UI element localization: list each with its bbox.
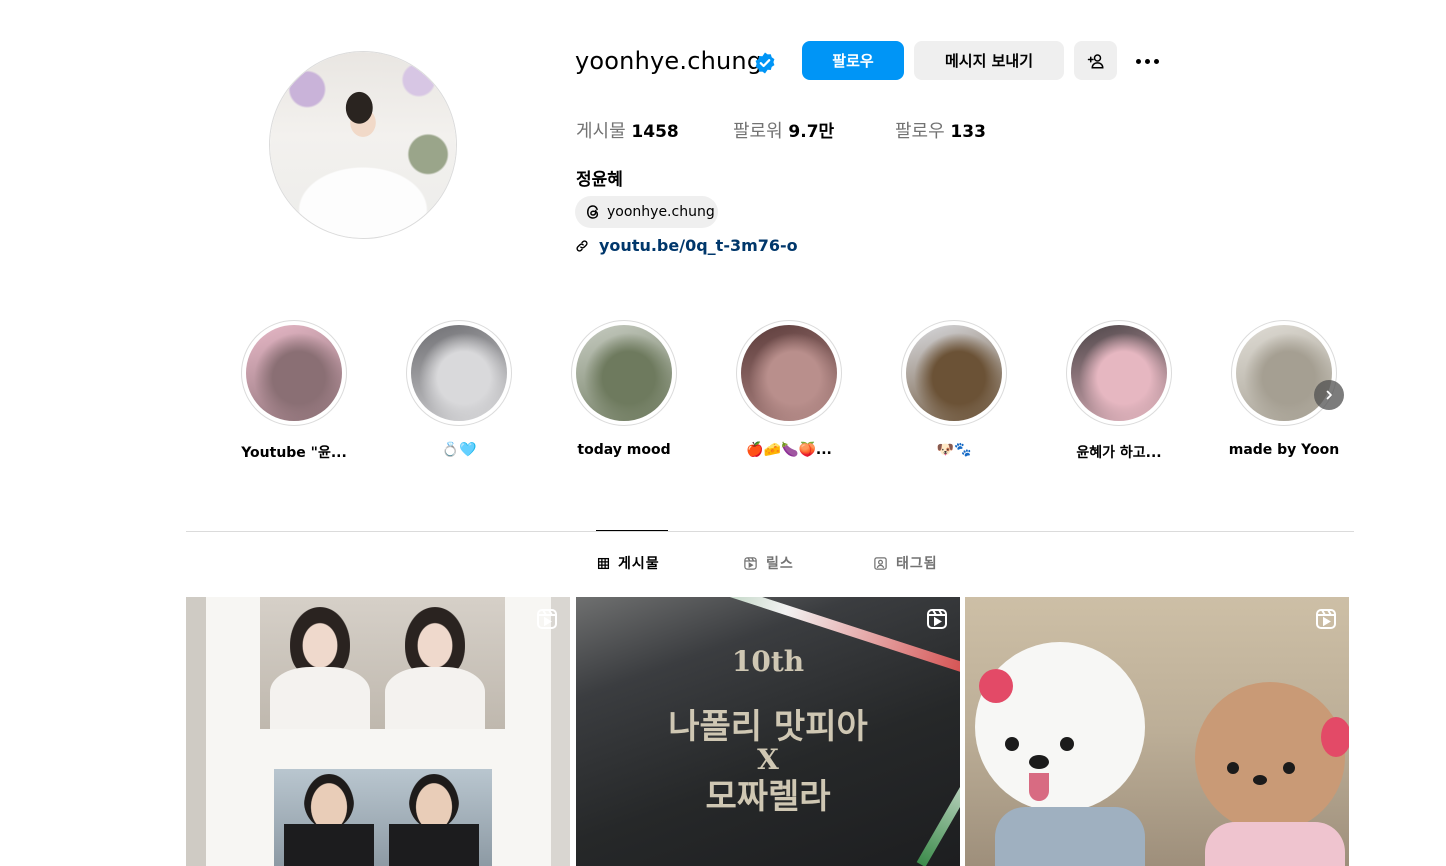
verified-badge-icon [755, 52, 775, 74]
highlight-cover [576, 325, 672, 421]
tagged-icon [874, 556, 887, 570]
highlight-ring [406, 320, 512, 426]
profile-photo [270, 52, 456, 238]
chevron-right-icon [1326, 390, 1332, 400]
person-add-icon [1087, 53, 1104, 68]
active-tab-indicator [596, 530, 668, 531]
highlight-ring [571, 320, 677, 426]
more-dot [1153, 58, 1159, 64]
bio-link[interactable]: youtu.be/0q_t-3m76-o [575, 236, 798, 255]
more-options-button[interactable] [1130, 50, 1164, 72]
highlight-label: made by Yoon [1228, 442, 1340, 458]
tab-reels-label: 릴스 [766, 556, 794, 572]
tab-tagged[interactable]: 태그됨 [873, 553, 938, 573]
post-photo-groom [274, 769, 492, 866]
highlight-item[interactable]: 윤혜가 하고... [1044, 320, 1194, 462]
posts-label: 게시물 [576, 121, 626, 142]
suggest-user-button[interactable] [1074, 41, 1117, 80]
profile-username: yoonhye.chung [575, 47, 763, 75]
highlight-cover [411, 325, 507, 421]
profile-full-name: 정윤혜 [576, 170, 623, 190]
grid-icon [597, 557, 610, 569]
highlight-cover [246, 325, 342, 421]
highlight-item[interactable]: Youtube "윤... [219, 320, 369, 462]
tab-reels[interactable]: 릴스 [743, 553, 794, 573]
tab-posts-label: 게시물 [618, 556, 660, 572]
threads-icon [586, 205, 599, 219]
highlight-ring [241, 320, 347, 426]
posts-value: 1458 [631, 122, 679, 142]
reel-indicator-icon [1316, 609, 1336, 629]
post-photo-bride [260, 597, 505, 729]
highlight-label: 윤혜가 하고... [1076, 445, 1162, 461]
highlight-label: today mood [577, 442, 671, 458]
highlight-item[interactable]: today mood [549, 320, 699, 458]
followers-label: 팔로워 [733, 121, 783, 142]
message-button[interactable]: 메시지 보내기 [914, 41, 1064, 80]
highlight-label: 🍎🧀🍆🍑... [746, 442, 832, 458]
more-dot [1144, 58, 1150, 64]
following-label: 팔로우 [895, 121, 945, 142]
following-value: 133 [950, 122, 986, 142]
highlight-label: 💍🩵 [441, 442, 477, 458]
post-tile[interactable] [965, 597, 1349, 866]
following-count[interactable]: 팔로우 133 [895, 117, 986, 143]
tab-tagged-label: 태그됨 [896, 556, 938, 572]
highlight-item[interactable]: 💍🩵 [384, 320, 534, 458]
post-text-10th: 10th [731, 645, 805, 678]
post-dog-brown [1195, 682, 1345, 832]
followers-count[interactable]: 팔로워 9.7만 [733, 117, 834, 143]
post-text-line2: 모짜렐라 [705, 777, 831, 817]
highlight-cover [1236, 325, 1332, 421]
post-tile[interactable] [186, 597, 570, 866]
post-text-line1: 나폴리 맛피아 [668, 707, 868, 747]
post-dog-white [975, 642, 1145, 812]
highlight-ring [1231, 320, 1337, 426]
post-image-wall [186, 597, 206, 866]
reel-indicator-icon [927, 609, 947, 629]
profile-avatar[interactable] [269, 51, 457, 239]
reels-icon [744, 556, 757, 570]
reel-indicator-icon [537, 609, 557, 629]
highlight-label: Youtube "윤... [241, 445, 347, 461]
tab-posts[interactable]: 게시물 [597, 553, 660, 573]
tabs-divider [186, 531, 1354, 532]
highlight-item[interactable]: 🍎🧀🍆🍑... [714, 320, 864, 458]
highlight-ring [736, 320, 842, 426]
highlight-item[interactable]: 🐶🐾 [879, 320, 1029, 458]
more-horizontal-icon [1135, 58, 1141, 64]
highlight-ring [1066, 320, 1172, 426]
highlight-cover [741, 325, 837, 421]
posts-count: 게시물 1458 [576, 117, 679, 143]
follow-button[interactable]: 팔로우 [802, 41, 904, 80]
link-icon [576, 239, 588, 252]
bio-link-text: youtu.be/0q_t-3m76-o [599, 236, 798, 255]
followers-value: 9.7만 [788, 122, 835, 142]
highlights-next-button[interactable] [1314, 380, 1344, 410]
threads-link-chip[interactable]: yoonhye.chung [575, 196, 718, 228]
highlight-cover [1071, 325, 1167, 421]
highlight-cover [906, 325, 1002, 421]
post-tile[interactable]: 10th 나폴리 맛피아 X 모짜렐라 [576, 597, 960, 866]
highlight-ring [901, 320, 1007, 426]
highlight-label: 🐶🐾 [936, 442, 972, 458]
threads-handle: yoonhye.chung [607, 204, 715, 220]
